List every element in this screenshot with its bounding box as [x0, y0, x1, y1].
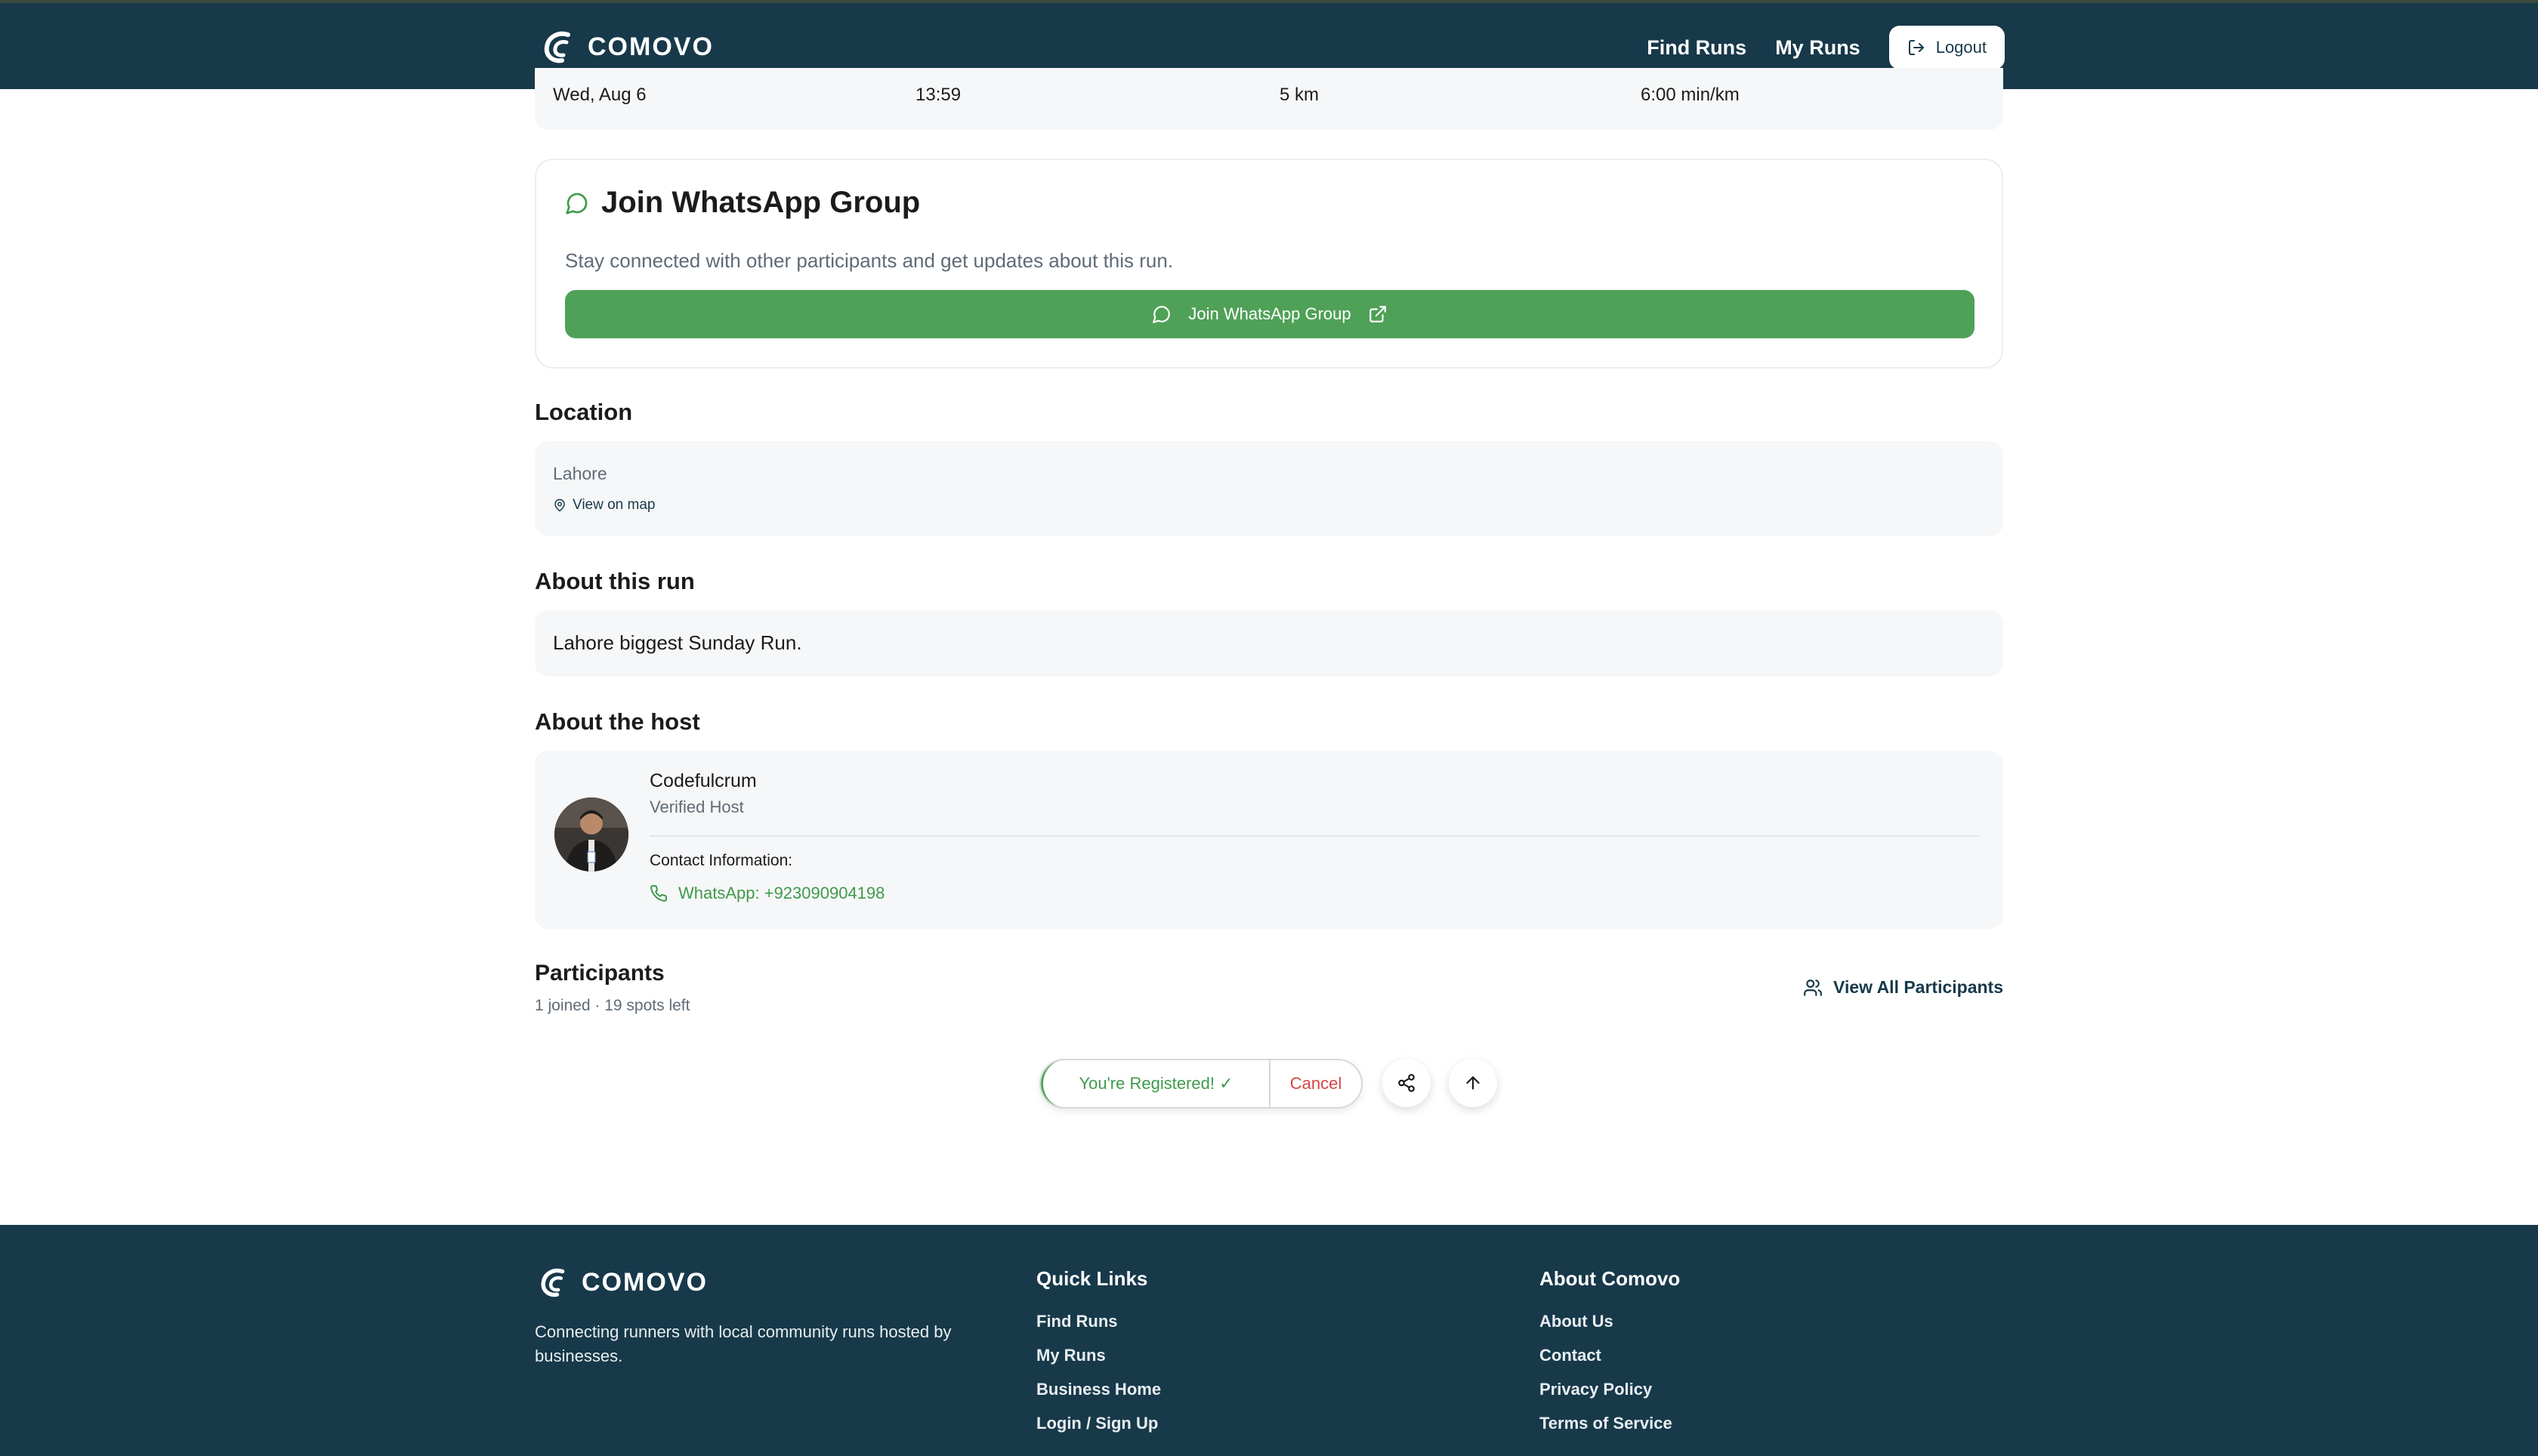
- host-role: Verified Host: [650, 797, 744, 816]
- whatsapp-card-header: Join WhatsApp Group: [565, 186, 920, 220]
- whatsapp-group-card: Join WhatsApp Group Stay connected with …: [535, 159, 2003, 369]
- participants-summary: 1 joined · 19 spots left: [535, 997, 690, 1014]
- phone-icon: [650, 884, 668, 902]
- footer-link-my-runs[interactable]: My Runs: [1036, 1338, 1161, 1372]
- site-footer: COMOVO Connecting runners with local com…: [0, 1225, 2538, 1456]
- footer-quick-links: Quick Links Find Runs My Runs Business H…: [1036, 1267, 1161, 1440]
- users-icon: [1804, 979, 1822, 996]
- view-on-map-link[interactable]: View on map: [553, 497, 656, 514]
- contact-info-label: Contact Information:: [650, 852, 793, 869]
- view-all-participants-link[interactable]: View All Participants: [1803, 977, 2003, 998]
- host-whatsapp-number: WhatsApp: +923090904198: [678, 884, 885, 902]
- participants-heading: Participants: [535, 961, 665, 986]
- join-whatsapp-button[interactable]: Join WhatsApp Group: [565, 290, 1975, 338]
- run-stats-panel: Wed, Aug 6 13:59 5 km 6:00 min/km: [535, 68, 2003, 130]
- footer-link-business-home[interactable]: Business Home: [1036, 1372, 1161, 1406]
- footer-brand[interactable]: COMOVO: [539, 1267, 708, 1297]
- registration-action-group: You're Registered! ✓ Cancel: [1039, 1059, 1363, 1109]
- logout-button[interactable]: Logout: [1888, 26, 2005, 69]
- footer-tagline: Connecting runners with local community …: [535, 1322, 952, 1365]
- footer-link-find-runs[interactable]: Find Runs: [1036, 1304, 1161, 1338]
- arrow-up-icon: [1466, 1076, 1480, 1090]
- run-distance: 5 km: [1280, 85, 1320, 105]
- footer-link-privacy-policy[interactable]: Privacy Policy: [1539, 1372, 1680, 1406]
- whatsapp-card-title: Join WhatsApp Group: [601, 186, 921, 219]
- scroll-to-top-button[interactable]: [1449, 1059, 1497, 1107]
- about-comovo-title: About Comovo: [1539, 1267, 1681, 1290]
- comovo-logo-icon: [544, 31, 570, 63]
- footer-about-links: About Comovo About Us Contact Privacy Po…: [1539, 1267, 1680, 1440]
- join-whatsapp-label: Join WhatsApp Group: [1188, 304, 1351, 323]
- host-photo: [554, 797, 628, 871]
- external-link-icon: [1369, 306, 1386, 322]
- location-panel: Lahore View on map: [535, 441, 2003, 536]
- host-avatar: [554, 797, 628, 871]
- comovo-logo-icon: [541, 1268, 565, 1297]
- about-host-heading: About the host: [535, 708, 700, 735]
- run-pace: 6:00 min/km: [1641, 85, 1740, 105]
- logout-label: Logout: [1935, 38, 1987, 57]
- footer-link-login-signup[interactable]: Login / Sign Up: [1036, 1406, 1161, 1440]
- location-heading: Location: [535, 399, 633, 425]
- chat-bubble-icon: [566, 193, 588, 214]
- host-whatsapp-link[interactable]: WhatsApp: +923090904198: [650, 884, 885, 903]
- about-run-panel: Lahore biggest Sunday Run.: [535, 610, 2003, 677]
- footer-link-terms-of-service[interactable]: Terms of Service: [1539, 1406, 1680, 1440]
- nav-find-runs[interactable]: Find Runs: [1647, 36, 1746, 60]
- run-time: 13:59: [915, 85, 962, 105]
- footer-link-contact[interactable]: Contact: [1539, 1338, 1680, 1372]
- host-divider: [650, 835, 1979, 837]
- cancel-registration-button[interactable]: Cancel: [1271, 1060, 1361, 1107]
- registered-status-button[interactable]: You're Registered! ✓: [1041, 1060, 1271, 1107]
- main-nav: Find Runs My Runs Logout: [1647, 26, 2005, 69]
- location-city: Lahore: [553, 464, 607, 483]
- host-panel: Codefulcrum Verified Host Contact Inform…: [535, 751, 2003, 929]
- nav-my-runs[interactable]: My Runs: [1775, 36, 1860, 60]
- footer-brand-name: COMOVO: [582, 1267, 708, 1297]
- brand-name: COMOVO: [588, 32, 714, 61]
- brand-link[interactable]: COMOVO: [542, 30, 714, 63]
- about-run-text: Lahore biggest Sunday Run.: [553, 631, 802, 654]
- share-button[interactable]: [1382, 1059, 1431, 1107]
- footer-link-about-us[interactable]: About Us: [1539, 1304, 1680, 1338]
- view-on-map-label: View on map: [573, 497, 656, 513]
- host-name: Codefulcrum: [650, 770, 757, 791]
- about-run-heading: About this run: [535, 568, 695, 594]
- map-pin-icon: [554, 498, 565, 512]
- share-icon: [1398, 1074, 1415, 1092]
- whatsapp-card-description: Stay connected with other participants a…: [565, 249, 1174, 272]
- chat-bubble-icon: [1153, 306, 1171, 323]
- view-all-participants-label: View All Participants: [1833, 977, 2003, 997]
- quick-links-title: Quick Links: [1036, 1267, 1148, 1290]
- logout-icon: [1908, 40, 1924, 55]
- run-date: Wed, Aug 6: [553, 85, 647, 105]
